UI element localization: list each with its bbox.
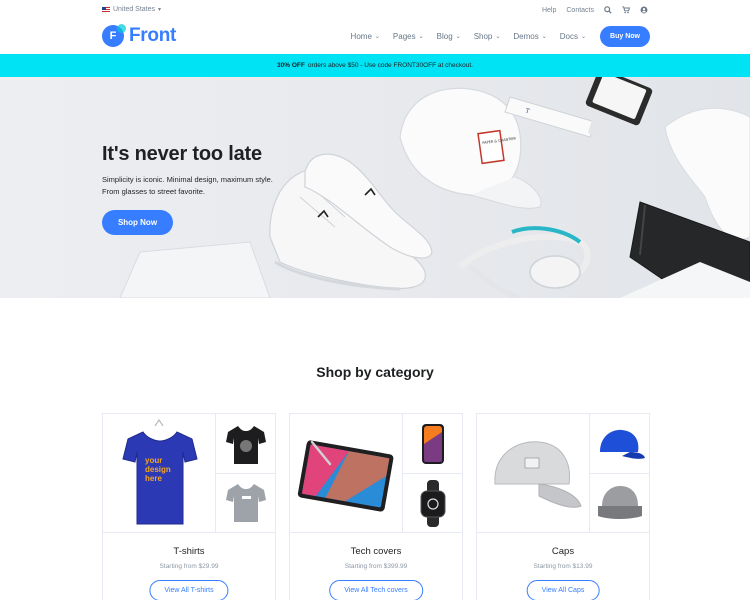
category-name: Tech covers <box>350 546 402 557</box>
hero-line-2: From glasses to street favorite. <box>102 187 205 196</box>
chevron-down-icon: ▾ <box>158 7 162 13</box>
nav-item-shop[interactable]: Shop ⌄ <box>474 32 501 41</box>
account-icon[interactable] <box>640 6 648 14</box>
chevron-down-icon: ⌄ <box>495 34 501 40</box>
view-all-caps-button[interactable]: View All Caps <box>526 580 600 600</box>
chevron-down-icon: ⌄ <box>541 34 547 40</box>
tablet-main-image <box>290 414 403 533</box>
nav-item-label: Home <box>350 32 372 41</box>
phone-case-thumb[interactable] <box>403 414 463 474</box>
chevron-down-icon: ⌄ <box>581 34 587 40</box>
category-card-caps[interactable]: Caps Starting from $13.99 View All Caps <box>476 413 650 600</box>
nav-item-blog[interactable]: Blog ⌄ <box>437 32 461 41</box>
nav-item-home[interactable]: Home ⌄ <box>351 32 380 41</box>
top-links: Help Contacts <box>542 6 648 14</box>
main-navbar: F Front Home ⌄ Pages ⌄ Blog ⌄ Shop ⌄ Demos ⌄ … <box>0 22 750 54</box>
brand-logo[interactable]: F Front <box>102 24 177 47</box>
cap-thumb-blue[interactable] <box>590 414 650 474</box>
help-link[interactable]: Help <box>542 7 556 14</box>
category-price: Starting from $13.99 <box>533 563 593 570</box>
category-name: Caps <box>551 546 575 557</box>
cap-thumb-grey[interactable] <box>590 474 650 533</box>
hero-description: Simplicity is iconic. Minimal design, ma… <box>102 174 302 198</box>
nav-item-label: Demos <box>513 32 539 41</box>
category-price: Starting from $29.99 <box>159 563 219 570</box>
tshirt-thumb-black[interactable] <box>216 414 276 474</box>
category-name: T-shirts <box>173 546 205 557</box>
buy-now-button[interactable]: Buy Now <box>600 26 650 47</box>
nav-item-label: Docs <box>559 32 579 41</box>
top-bar: United States ▾ Help Contacts <box>0 0 750 22</box>
locale-selector[interactable]: United States ▾ <box>102 6 161 13</box>
chevron-down-icon: ⌄ <box>455 34 461 40</box>
tee-print-line-1: your <box>145 456 162 465</box>
nav-item-docs[interactable]: Docs ⌄ <box>560 32 586 41</box>
chevron-down-icon: ⌄ <box>418 34 424 40</box>
smartwatch-thumb[interactable] <box>403 474 463 533</box>
nav-item-label: Blog <box>436 32 453 41</box>
tee-print-line-2: design <box>145 465 171 474</box>
category-card-tshirts[interactable]: your design here T-shirts Starting from … <box>102 413 276 600</box>
locale-label: United States <box>113 6 156 13</box>
tshirt-thumb-grey[interactable] <box>216 474 276 533</box>
nav-item-label: Shop <box>473 32 493 41</box>
cart-icon[interactable] <box>622 6 630 14</box>
us-flag-icon <box>102 6 110 13</box>
shop-now-button[interactable]: Shop Now <box>102 210 173 235</box>
chevron-down-icon: ⌄ <box>374 34 380 40</box>
promo-highlight: 30% OFF <box>277 62 305 69</box>
view-all-tech-covers-button[interactable]: View All Tech covers <box>329 580 423 600</box>
cap-main-image <box>477 414 590 533</box>
brand-name: Front <box>129 25 177 46</box>
tee-print-line-3: here <box>145 474 162 483</box>
nav-item-demos[interactable]: Demos ⌄ <box>513 32 546 41</box>
front-logo-icon: F <box>102 24 126 47</box>
hero-title: It's never too late <box>102 143 262 165</box>
search-icon[interactable] <box>604 6 612 14</box>
contacts-link[interactable]: Contacts <box>566 7 594 14</box>
promo-banner: 30% OFF orders above $50 - Use code FRON… <box>0 54 750 77</box>
tshirt-main-image: your design here <box>103 414 216 533</box>
hero-line-1: Simplicity is iconic. Minimal design, ma… <box>102 175 273 184</box>
nav-item-label: Pages <box>392 32 416 41</box>
category-price: Starting from $399.99 <box>344 563 408 570</box>
section-title: Shop by category <box>316 364 434 380</box>
nav-item-pages[interactable]: Pages ⌄ <box>393 32 424 41</box>
hero-section: PAPER & CHANTIER T It's never too late S… <box>0 77 750 298</box>
nav-menu: Home ⌄ Pages ⌄ Blog ⌄ Shop ⌄ Demos ⌄ Docs ⌄ Bu… <box>338 26 650 47</box>
promo-text: orders above $50 - Use code FRONT30OFF a… <box>307 62 473 69</box>
category-card-tech-covers[interactable]: Tech covers Starting from $399.99 View A… <box>289 413 463 600</box>
view-all-tshirts-button[interactable]: View All T-shirts <box>149 580 229 600</box>
